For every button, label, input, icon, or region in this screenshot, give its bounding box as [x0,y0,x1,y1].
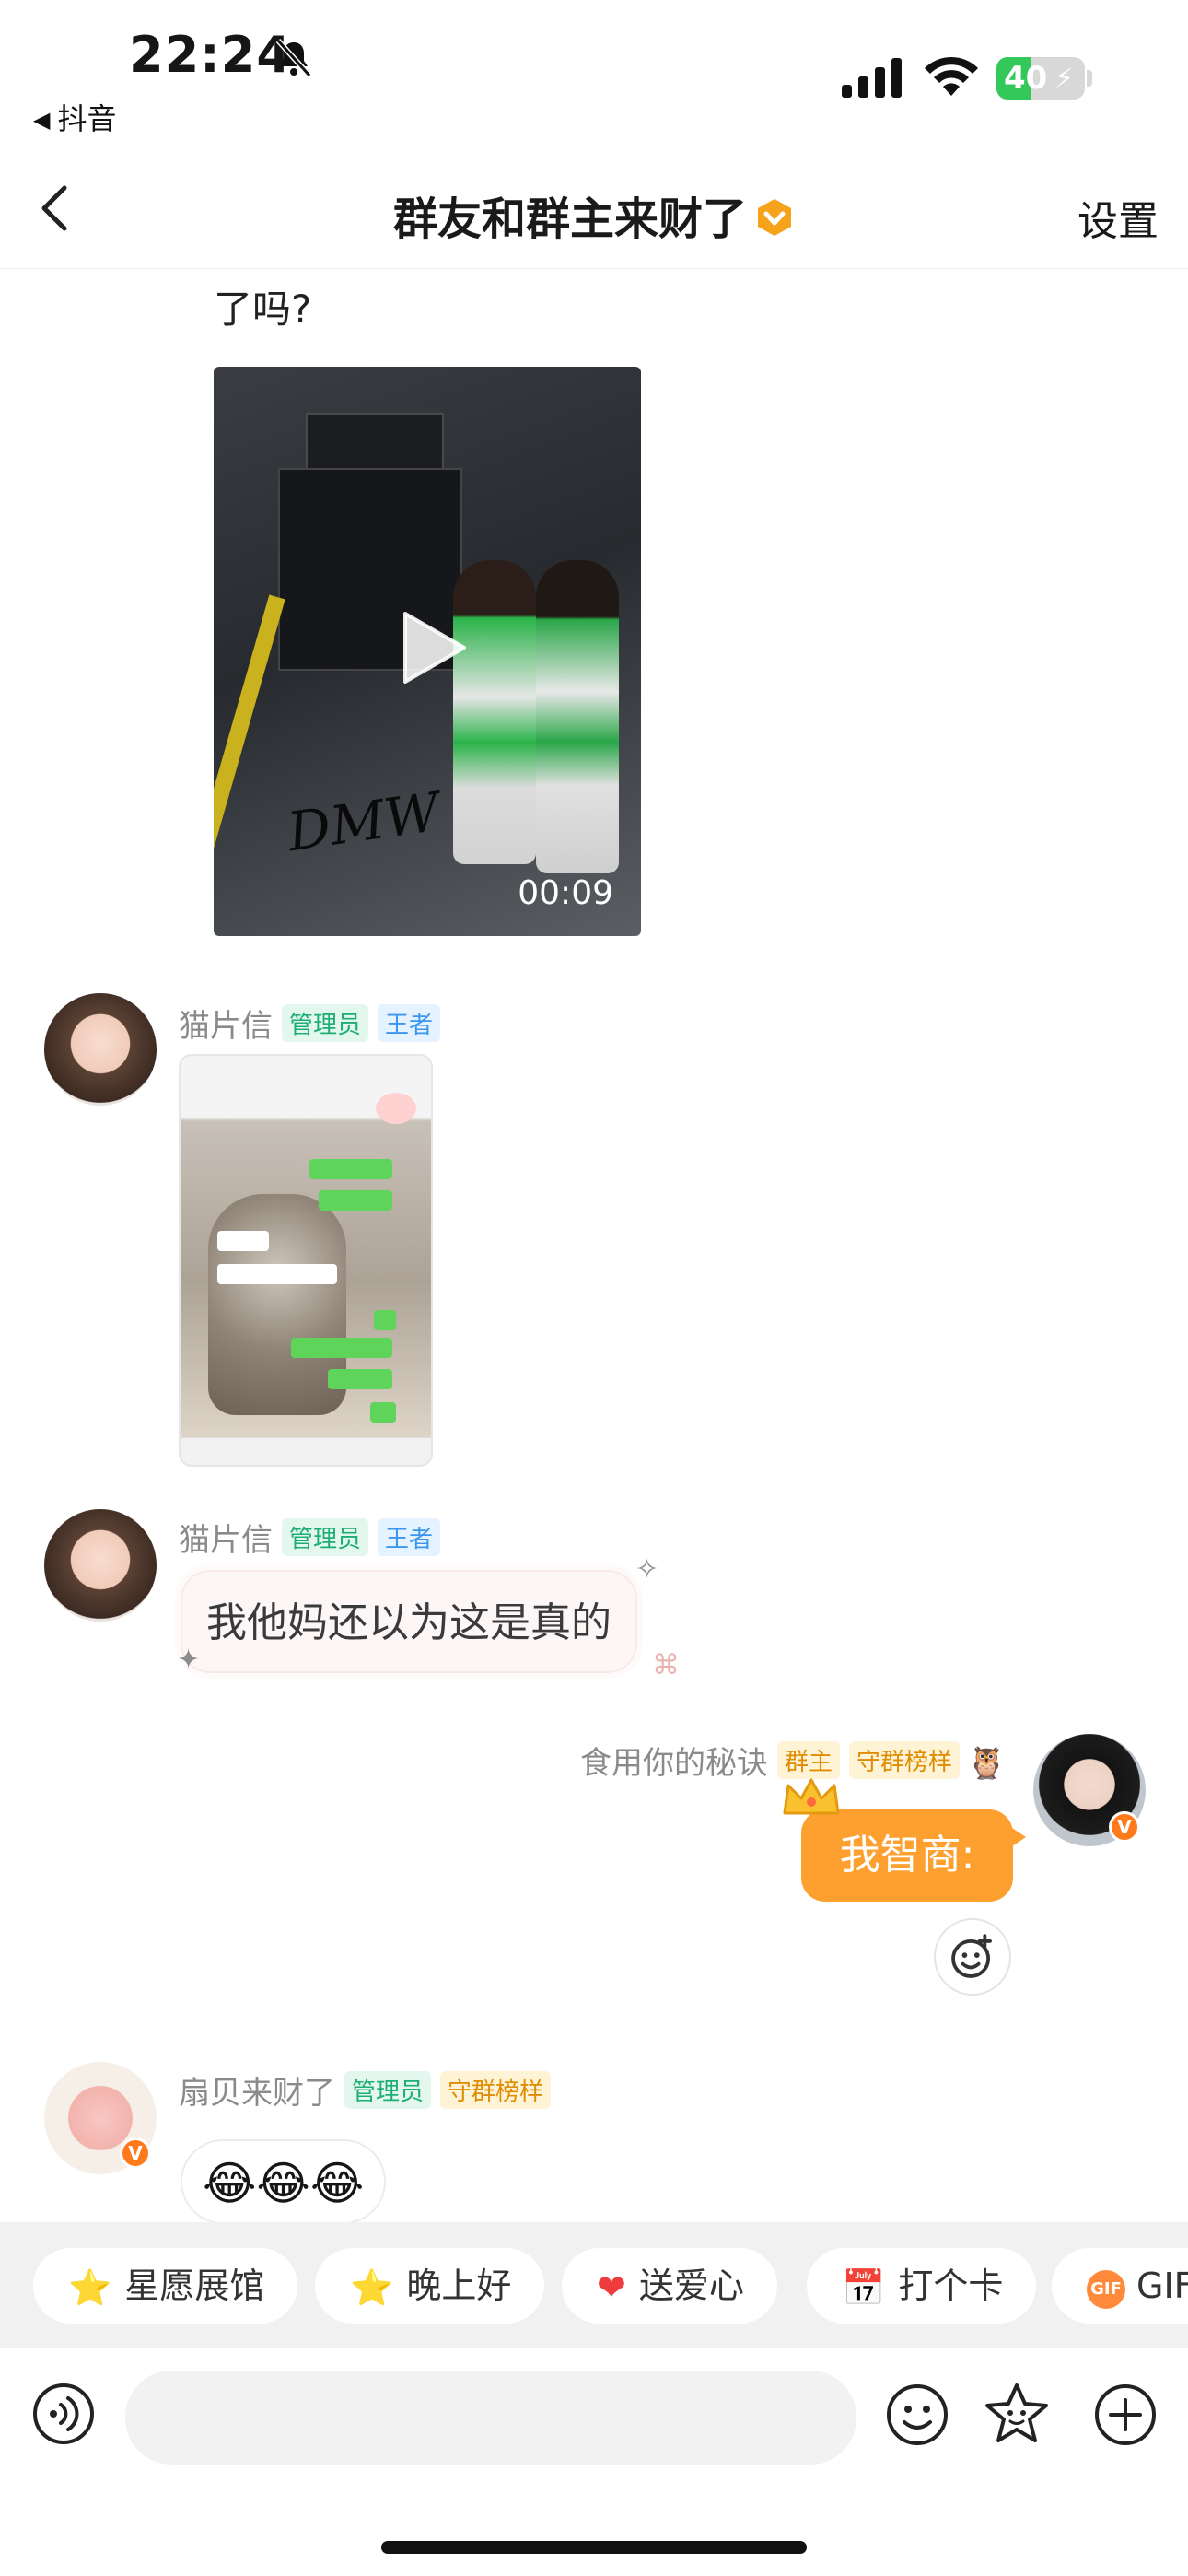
quick-reply-label: 晚上好 [406,2266,512,2306]
group-level-badge-icon [758,199,791,236]
emoji-button[interactable] [884,2382,950,2448]
image-chat-bubble [374,1310,396,1330]
sticker-button[interactable] [982,2380,1052,2450]
message-bubble[interactable]: 我他妈还以为这是真的 [181,1570,637,1673]
crown-icon [783,1778,840,1815]
king-tag: 王者 [378,1004,441,1042]
image-chat-bubble [291,1338,392,1358]
battery-percent: 40 [1004,60,1048,97]
quick-reply-chip[interactable]: ⭐ 晚上好 [315,2248,545,2324]
video-watermark: DMW [284,779,444,864]
voice-input-button[interactable] [31,2382,96,2446]
back-app-label: 抖音 [57,101,117,136]
battery-indicator: 40 ⚡ [996,57,1085,100]
heart-icon: ❤ [597,2267,626,2308]
sender-name: 扇贝来财了 [179,2075,335,2112]
message-bubble-self[interactable]: 我智商: [801,1809,1026,1902]
video-duration: 00:09 [518,874,613,912]
play-icon[interactable] [398,608,470,687]
message-bubble[interactable]: 😂😂😂 [181,2139,387,2224]
back-triangle-icon: ◀ [33,107,51,133]
bow-icon: ⌘ [652,1649,680,1681]
image-chat-bubble [217,1231,269,1251]
calendar-icon: 📅 [842,2267,886,2308]
image-chat-bubble [217,1264,337,1284]
sender-name-row: 扇贝来财了 管理员 守群榜样 [179,2067,552,2113]
gif-icon: GIF [1087,2270,1125,2309]
quick-reply-chip[interactable]: 📅 打个卡 [807,2248,1037,2324]
avatar[interactable] [44,1509,157,1622]
image-input-bar [181,1437,431,1465]
owl-icon: 🦉 [967,1745,1007,1782]
image-cat [208,1194,346,1415]
quick-reply-label: 打个卡 [898,2266,1004,2306]
sparkle-icon: ✧ [635,1553,659,1586]
video-message[interactable]: DMW 00:09 [214,367,641,936]
bell-mute-icon [275,38,312,78]
chat-title: 群友和群主来财了 [0,182,1188,247]
status-bar: 22:24 ◀ 抖音 40 ⚡ [0,0,1188,147]
video-thumbnail-detail [214,594,285,936]
message-input[interactable] [125,2371,856,2465]
king-tag: 王者 [378,1518,441,1556]
image-chat-bubble [319,1190,392,1211]
sparkle-icon: ✦ [177,1644,201,1676]
image-chat-bubble [370,1402,396,1423]
home-indicator [381,2541,807,2554]
image-message[interactable] [179,1054,433,1467]
battery-charging-icon: ⚡ [1054,63,1074,95]
message-text: 了吗? [214,287,312,332]
battery-cap [1087,70,1092,87]
verified-badge-icon: V [120,2137,151,2169]
video-thumbnail-person [453,560,536,864]
avatar[interactable] [44,993,157,1106]
admin-tag: 管理员 [282,1004,369,1042]
image-chat-bubble [309,1159,392,1179]
star-face-icon: ⭐ [350,2267,394,2308]
sender-name: 猫片信 [179,1522,273,1559]
cellular-signal-icon [842,58,902,98]
quick-reply-chip[interactable]: GIF GIF [1052,2248,1188,2324]
sender-name: 食用你的秘诀 [580,1745,768,1782]
chat-title-text: 群友和群主来财了 [392,193,747,245]
sender-name-row: 猫片信 管理员 王者 [179,1001,441,1046]
admin-tag: 管理员 [282,1518,369,1556]
image-chat-bubble [328,1369,392,1389]
quick-reply-chip[interactable]: ❤ 送爱心 [562,2248,777,2324]
back-to-app-link[interactable]: ◀ 抖音 [33,96,116,138]
settings-button[interactable]: 设置 [1077,188,1159,247]
quick-reply-label: GIF [1136,2266,1188,2306]
verified-badge-icon: V [1109,1811,1140,1843]
video-thumbnail-person [536,560,619,873]
guard-tag: 守群榜样 [849,1741,961,1779]
sender-name-row: 猫片信 管理员 王者 [179,1515,441,1560]
quick-reply-bar: ⭐ 星愿展馆 ⭐ 晚上好 ❤ 送爱心 📅 打个卡 GIF GIF [0,2222,1188,2348]
star-face-icon: ⭐ [68,2267,112,2308]
chat-header: 群友和群主来财了 设置 [0,147,1188,269]
status-time: 22:24 [129,26,292,84]
sender-name: 猫片信 [179,1008,273,1045]
quick-reply-label: 星愿展馆 [124,2266,265,2306]
admin-tag: 管理员 [344,2071,432,2109]
quick-reply-chip[interactable]: ⭐ 星愿展馆 [33,2248,298,2324]
add-reaction-button[interactable] [934,1918,1011,1996]
guard-tag: 守群榜样 [440,2071,552,2109]
weibo-logo-icon [376,1093,416,1124]
more-options-button[interactable] [1092,2382,1159,2448]
quick-reply-label: 送爱心 [638,2266,744,2306]
wifi-icon [925,56,978,96]
